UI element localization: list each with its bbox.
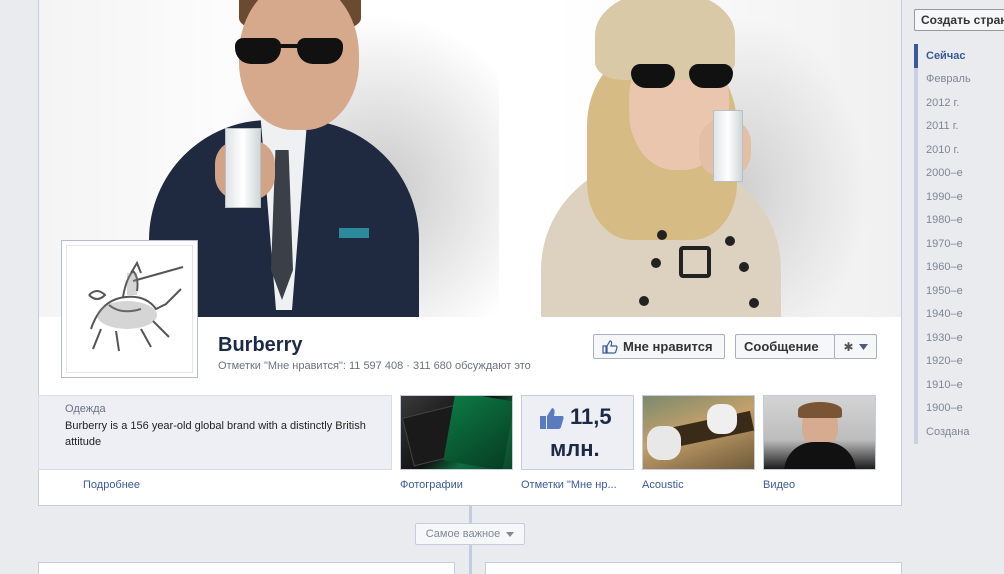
acoustic-tile-label[interactable]: Acoustic [642, 479, 684, 491]
scrubber-item[interactable]: 1950–е [914, 279, 1004, 303]
scrubber-item[interactable]: 1930–е [914, 326, 1004, 350]
like-button[interactable]: Мне нравится [593, 334, 725, 359]
scrubber-item[interactable]: 1910–е [914, 373, 1004, 397]
coat-button [725, 236, 735, 246]
timeline-scrubber: Сейчас Февраль 2012 г. 2011 г. 2010 г. 2000–е… [914, 44, 1004, 444]
create-page-button[interactable]: Создать стран [914, 9, 1004, 31]
cover-man-head [239, 0, 359, 130]
likes-unit: млн. [550, 436, 600, 461]
cover-glass [225, 128, 261, 208]
like-button-label: Мне нравится [623, 339, 713, 354]
more-info-link[interactable]: Подробнее [83, 479, 140, 491]
scrubber-item[interactable]: 1990–е [914, 185, 1004, 209]
timeline-story-left [38, 562, 455, 574]
chevron-down-icon [506, 531, 515, 537]
coat-button [651, 258, 661, 268]
likes-count: 11,5 [570, 404, 612, 429]
cover-pocket-square [339, 228, 369, 238]
likes-tile-label[interactable]: Отметки "Мне нр... [521, 479, 617, 491]
highlights-label: Самое важное [425, 528, 501, 540]
cover-woman-sunglasses [631, 64, 735, 88]
timeline-story-right [485, 562, 902, 574]
thumbs-up-icon [602, 339, 618, 354]
video-tile-label[interactable]: Видео [763, 479, 795, 491]
burberry-knight-logo [87, 260, 183, 352]
photos-tile[interactable] [400, 395, 513, 470]
page-title[interactable]: Burberry [218, 334, 302, 357]
about-box: Одежда Burberry is a 156 year-old global… [38, 395, 392, 470]
settings-dropdown-button[interactable]: ✱ [834, 334, 877, 359]
coat-button [739, 262, 749, 272]
scrubber-item[interactable]: 2000–е [914, 161, 1004, 185]
coat-buckle [679, 246, 711, 278]
gear-icon: ✱ [843, 339, 854, 354]
cover-man-sunglasses [235, 38, 347, 64]
scrubber-item[interactable]: 2010 г. [914, 138, 1004, 162]
scrubber-item[interactable]: 1980–е [914, 208, 1004, 232]
page-stats: Отметки "Мне нравится": 11 597 408 · 311… [218, 360, 531, 372]
coat-button [749, 298, 759, 308]
profile-picture[interactable] [61, 240, 198, 378]
coat-button [657, 230, 667, 240]
scrubber-item[interactable]: 1920–е [914, 349, 1004, 373]
page-description: Burberry is a 156 year-old global brand … [65, 420, 366, 448]
scrubber-item[interactable]: Создана [914, 420, 1004, 444]
scrubber-item[interactable]: 2012 г. [914, 91, 1004, 115]
scrubber-item[interactable]: 1900–е [914, 396, 1004, 420]
likes-tile[interactable]: 11,5 млн. [521, 395, 634, 470]
acoustic-tile[interactable] [642, 395, 755, 470]
scrubber-item[interactable]: 1940–е [914, 302, 1004, 326]
photos-tile-label[interactable]: Фотографии [400, 479, 463, 491]
scrubber-item[interactable]: 1970–е [914, 232, 1004, 256]
coat-button [639, 296, 649, 306]
highlights-dropdown[interactable]: Самое важное [415, 523, 525, 545]
message-button[interactable]: Сообщение [735, 334, 835, 359]
chevron-down-icon [858, 343, 868, 350]
video-tile[interactable] [763, 395, 876, 470]
page-category[interactable]: Одежда [65, 403, 106, 415]
scrubber-item[interactable]: 2011 г. [914, 114, 1004, 138]
cover-glass [713, 110, 743, 182]
thumbs-up-icon [540, 408, 564, 429]
scrubber-item[interactable]: 1960–е [914, 255, 1004, 279]
scrubber-item[interactable]: Февраль [914, 67, 1004, 91]
scrubber-item[interactable]: Сейчас [914, 44, 1004, 68]
message-button-label: Сообщение [744, 339, 819, 354]
